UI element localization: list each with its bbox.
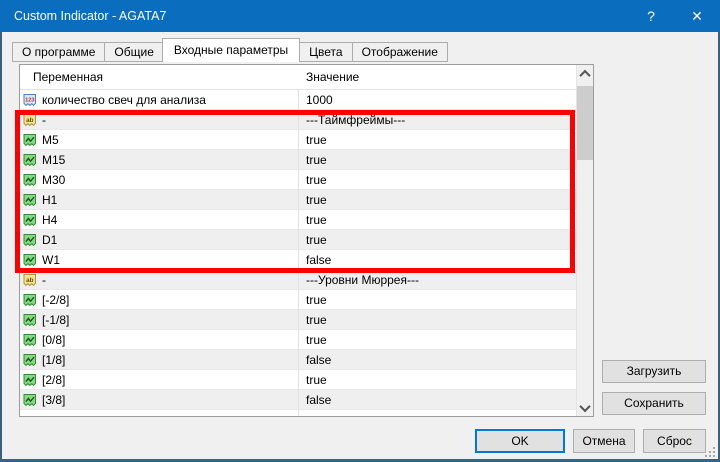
column-header-variable: Переменная [20,70,298,84]
param-value[interactable]: 1000 [298,93,576,107]
custom-indicator-dialog: Custom Indicator - AGATA7 ? ✕ О программ… [0,0,720,462]
param-value[interactable]: true [298,133,576,147]
tab-2[interactable]: Входные параметры [162,38,300,62]
chevron-up-icon [579,69,590,80]
param-name-cell: [3/8] [20,393,298,407]
param-name: M30 [42,173,65,187]
param-name-cell: [1/8] [20,353,298,367]
param-name: - [42,273,46,287]
param-name-cell: H4 [20,213,298,227]
param-value[interactable]: true [298,173,576,187]
reset-button[interactable]: Сброс [643,429,706,453]
param-value[interactable]: false [298,393,576,407]
param-name: M5 [42,133,59,147]
chart-icon [23,253,37,267]
param-value[interactable]: true [298,313,576,327]
param-name-cell: D1 [20,233,298,247]
param-name-cell: [-2/8] [20,293,298,307]
param-name: [3/8] [42,393,65,407]
chart-icon [23,353,37,367]
param-name-cell: ab - [20,273,298,287]
chart-icon [23,393,37,407]
param-value[interactable]: true [298,333,576,347]
chart-icon [23,193,37,207]
window-title: Custom Indicator - AGATA7 [14,9,166,23]
chart-icon [23,333,37,347]
resize-grip-icon[interactable] [703,445,715,457]
vertical-scrollbar[interactable] [576,65,593,416]
param-name: D1 [42,233,57,247]
tab-1[interactable]: Общие [104,42,162,62]
scrollbar-thumb[interactable] [577,86,593,160]
column-divider [298,65,299,416]
tabstrip: О программеОбщиеВходные параметрыЦветаОт… [12,40,448,62]
chart-icon [23,313,37,327]
param-name-cell: 123 количество свеч для анализа [20,93,298,107]
chart-icon [23,173,37,187]
param-value[interactable]: ---Таймфреймы--- [298,113,576,127]
chart-icon [23,133,37,147]
help-button[interactable]: ? [628,0,674,32]
param-name-cell: M5 [20,133,298,147]
param-name: - [42,113,46,127]
tab-3[interactable]: Цвета [299,42,351,62]
param-name: W1 [42,253,60,267]
param-name-cell: [0/8] [20,333,298,347]
param-value[interactable]: true [298,213,576,227]
svg-text:ab: ab [26,276,34,283]
save-button[interactable]: Сохранить [602,392,706,415]
text-icon: ab [23,273,37,287]
param-name: M15 [42,153,65,167]
param-name: [-2/8] [42,293,69,307]
param-name-cell: W1 [20,253,298,267]
param-value[interactable]: true [298,193,576,207]
table-header: Переменная Значение [20,65,593,90]
param-name-cell: M15 [20,153,298,167]
chart-icon [23,293,37,307]
param-name-cell: [-1/8] [20,313,298,327]
param-name-cell: H1 [20,193,298,207]
svg-text:123: 123 [25,97,34,103]
tab-4[interactable]: Отображение [352,42,448,62]
scroll-down-button[interactable] [577,399,593,416]
param-value[interactable]: true [298,153,576,167]
scroll-up-button[interactable] [577,65,593,82]
param-name-cell: ab - [20,113,298,127]
column-header-value: Значение [298,70,593,84]
load-button[interactable]: Загрузить [602,360,706,383]
titlebar[interactable]: Custom Indicator - AGATA7 ? ✕ [0,0,720,32]
param-value[interactable]: false [298,353,576,367]
close-button[interactable]: ✕ [674,0,720,32]
chart-icon [23,213,37,227]
param-value[interactable]: true [298,373,576,387]
param-name: H4 [42,213,57,227]
param-name: количество свеч для анализа [42,93,206,107]
chevron-down-icon [579,400,590,411]
svg-text:ab: ab [26,116,34,123]
parameters-table: Переменная Значение 123 количество свеч д… [19,64,594,417]
text-icon: ab [23,113,37,127]
chart-icon [23,373,37,387]
param-name: [1/8] [42,353,65,367]
param-name-cell: [2/8] [20,373,298,387]
param-name: [-1/8] [42,313,69,327]
param-value[interactable]: true [298,233,576,247]
param-name: [0/8] [42,333,65,347]
param-name-cell: M30 [20,173,298,187]
param-name: H1 [42,193,57,207]
chart-icon [23,153,37,167]
ok-button[interactable]: OK [475,429,565,453]
cancel-button[interactable]: Отмена [573,429,635,453]
number-icon: 123 [23,93,37,107]
chart-icon [23,233,37,247]
param-value[interactable]: false [298,253,576,267]
param-value[interactable]: ---Уровни Мюррея--- [298,273,576,287]
param-name: [2/8] [42,373,65,387]
tab-0[interactable]: О программе [12,42,104,62]
param-value[interactable]: true [298,293,576,307]
titlebar-buttons: ? ✕ [628,0,720,32]
